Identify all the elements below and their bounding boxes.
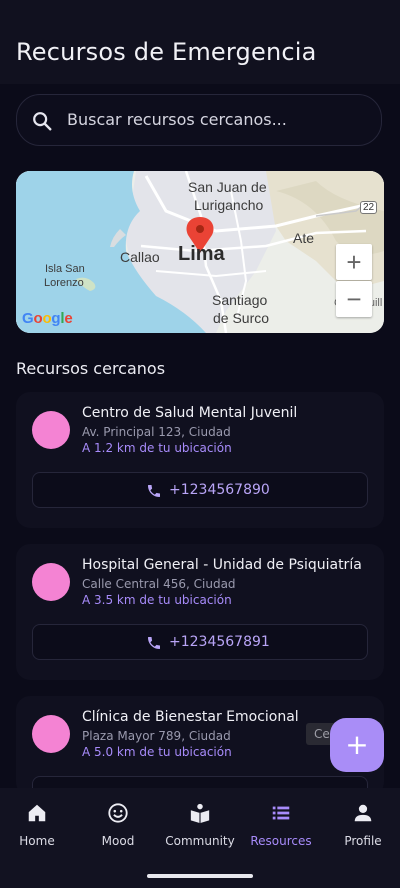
search-input[interactable]: Buscar recursos cercanos... [16, 94, 382, 146]
mood-icon [108, 803, 128, 823]
resource-address: Plaza Mayor 789, Ciudad [82, 729, 231, 743]
resource-card: Clínica de Bienestar Emocional Plaza May… [16, 696, 384, 812]
app-bar: Recursos de Emergencia [0, 0, 400, 84]
zoom-in-button[interactable]: + [336, 244, 372, 280]
map-label-santiago: Santiago [212, 292, 268, 308]
phone-icon [148, 637, 160, 649]
nav-label: Community [165, 834, 235, 848]
map-label-lorenzo: Lorenzo [44, 277, 84, 289]
nav-item-profile[interactable]: Profile [323, 802, 400, 848]
resources-icon [272, 806, 290, 820]
call-button[interactable]: +1234567890 [32, 472, 368, 508]
resource-avatar [32, 411, 70, 449]
zoom-out-button[interactable]: − [336, 281, 372, 317]
map-label-callao: Callao [120, 249, 160, 265]
community-icon [190, 803, 210, 824]
nav-item-mood[interactable]: Mood [78, 802, 158, 848]
resource-avatar [32, 563, 70, 601]
search-placeholder: Buscar recursos cercanos... [67, 110, 287, 129]
map-label-lurigancho: Lurigancho [194, 197, 264, 213]
nav-item-resources[interactable]: Resources [241, 802, 321, 848]
home-icon [28, 804, 46, 822]
search-icon [33, 112, 52, 131]
map-view[interactable]: San Juan de Lurigancho Lima Callao Ate I… [16, 171, 384, 333]
google-logo: Google [22, 310, 73, 327]
map-label-isla-san: Isla San [45, 263, 85, 275]
nav-label: Resources [250, 834, 312, 848]
resource-card: Hospital General - Unidad de Psiquiatría… [16, 544, 384, 680]
nav-item-community[interactable]: Community [160, 802, 240, 848]
resource-name: Clínica de Bienestar Emocional [82, 709, 299, 725]
resource-distance: A 5.0 km de tu ubicación [82, 745, 232, 759]
call-button[interactable]: +1234567891 [32, 624, 368, 660]
phone-icon [148, 485, 160, 497]
bottom-nav: Home Mood Community Resources Profile [0, 788, 400, 888]
page-title: Recursos de Emergencia [16, 38, 317, 66]
map-label-de-surco: de Surco [213, 310, 270, 326]
section-title: Recursos cercanos [16, 359, 166, 378]
resource-address: Calle Central 456, Ciudad [82, 577, 236, 591]
add-button[interactable]: + [330, 718, 384, 772]
map-label-lima: Lima [178, 243, 225, 265]
phone-number: +1234567890 [169, 482, 270, 498]
nav-label: Home [19, 834, 55, 848]
resource-distance: A 3.5 km de tu ubicación [82, 593, 232, 607]
home-indicator [147, 874, 253, 878]
resource-distance: A 1.2 km de tu ubicación [82, 441, 232, 455]
resource-address: Av. Principal 123, Ciudad [82, 425, 231, 439]
resource-card: Centro de Salud Mental Juvenil Av. Princ… [16, 392, 384, 528]
resource-name: Hospital General - Unidad de Psiquiatría [82, 557, 362, 573]
map-label-ate: Ate [293, 230, 315, 246]
route-shield: 22 [360, 201, 378, 214]
nav-label: Mood [101, 834, 135, 848]
resource-name: Centro de Salud Mental Juvenil [82, 405, 298, 421]
map-label-san-juan: San Juan de [188, 179, 267, 195]
profile-icon [354, 804, 372, 822]
resource-avatar [32, 715, 70, 753]
phone-number: +1234567891 [169, 634, 270, 650]
nav-label: Profile [344, 834, 382, 848]
nav-item-home[interactable]: Home [0, 802, 77, 848]
